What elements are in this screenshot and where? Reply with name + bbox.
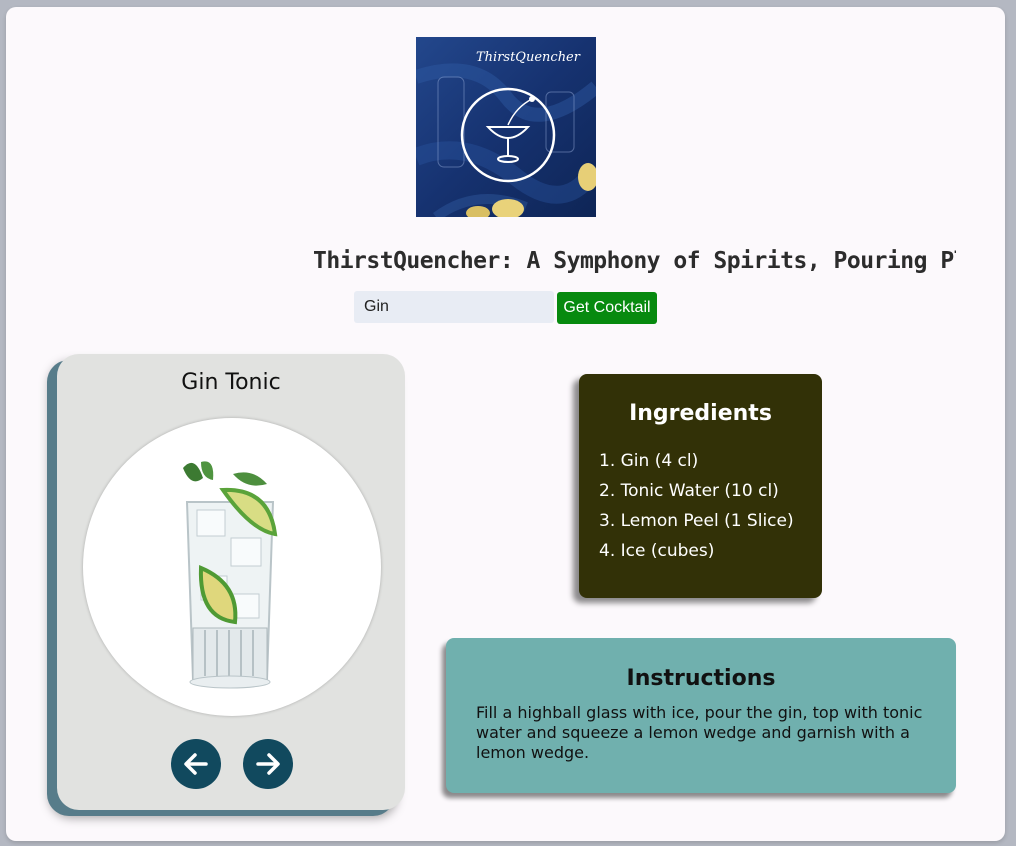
thirstquencher-logo: ThirstQuencher <box>416 37 596 217</box>
page-headline: ThirstQuencher: A Symphony of Spirits, P… <box>313 248 956 274</box>
ingredient-item: 2. Tonic Water (10 cl) <box>599 481 779 501</box>
ingredients-list: 1. Gin (4 cl) 2. Tonic Water (10 cl) 3. … <box>599 446 794 566</box>
ingredient-item: 4. Ice (cubes) <box>599 541 715 561</box>
instructions-panel: Instructions Fill a highball glass with … <box>446 638 956 793</box>
page-container: ThirstQuencher ThirstQuencher: A Symphon… <box>6 7 1005 841</box>
previous-drink-button[interactable] <box>171 739 221 789</box>
ingredient-item: 3. Lemon Peel (1 Slice) <box>599 511 794 531</box>
drink-image <box>83 418 381 716</box>
get-cocktail-button[interactable]: Get Cocktail <box>557 292 657 324</box>
cocktail-glass-logo-icon: ThirstQuencher <box>416 37 596 217</box>
ingredients-panel: Ingredients 1. Gin (4 cl) 2. Tonic Water… <box>579 374 822 598</box>
gin-tonic-glass-icon <box>183 461 278 689</box>
drink-card: Gin Tonic <box>57 354 405 810</box>
instructions-text: Fill a highball glass with ice, pour the… <box>476 703 923 762</box>
arrow-left-icon <box>184 753 208 775</box>
ingredient-item: 1. Gin (4 cl) <box>599 451 699 471</box>
instructions-title: Instructions <box>626 666 776 691</box>
cocktail-search-input[interactable] <box>354 291 554 323</box>
next-drink-button[interactable] <box>243 739 293 789</box>
headline-container: ThirstQuencher: A Symphony of Spirits, P… <box>313 243 956 279</box>
drink-name: Gin Tonic <box>181 370 281 395</box>
logo-text: ThirstQuencher <box>476 50 581 65</box>
ingredients-title: Ingredients <box>629 401 772 426</box>
arrow-right-icon <box>256 753 280 775</box>
